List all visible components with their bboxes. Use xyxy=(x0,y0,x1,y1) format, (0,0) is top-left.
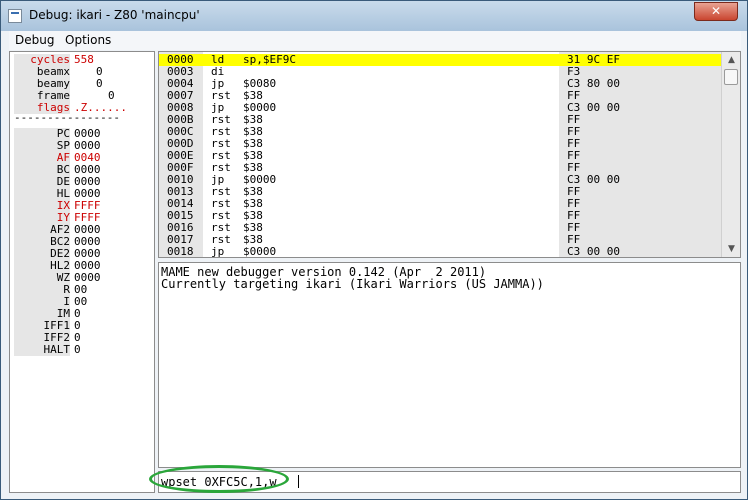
menu-options[interactable]: Options xyxy=(65,33,111,47)
register-separator: ---------------- xyxy=(14,111,120,124)
register-value: 0 xyxy=(74,343,81,356)
close-button[interactable]: ✕ xyxy=(694,2,738,21)
menu-debug[interactable]: Debug xyxy=(15,33,54,47)
register-name: WZ xyxy=(14,272,70,284)
disassembly-pane[interactable]: 0000 ld sp,$EF9C 31 9C EF 0003 di F3 0004 jp $008… xyxy=(158,51,741,258)
scroll-down-icon[interactable]: ▼ xyxy=(722,241,740,257)
console-output[interactable]: MAME new debugger version 0.142 (Apr 2 2… xyxy=(158,262,741,468)
scroll-thumb[interactable] xyxy=(724,69,738,85)
register-name: R xyxy=(14,284,70,296)
register-row: cycles 558 xyxy=(10,53,154,66)
text-caret xyxy=(298,475,299,488)
window-title: Debug: ikari - Z80 'maincpu' xyxy=(29,8,200,22)
title-bar[interactable]: Debug: ikari - Z80 'maincpu' ✕ xyxy=(1,1,747,31)
annotation-highlight-ring xyxy=(149,465,289,493)
current-instruction-row[interactable]: 0000 ld sp,$EF9C 31 9C EF xyxy=(159,54,721,66)
debugger-window: Debug: ikari - Z80 'maincpu' ✕ Debug Opt… xyxy=(0,0,748,500)
register-row: HALT 0 xyxy=(10,343,154,356)
instruction-operand: sp,$EF9C xyxy=(243,53,296,66)
register-name: HALT xyxy=(14,344,70,356)
register-row: beamx 0 xyxy=(10,66,154,78)
scroll-up-icon[interactable]: ▲ xyxy=(722,52,740,68)
instruction-bytes: C3 00 00 xyxy=(567,245,620,258)
instruction-operand: $0000 xyxy=(243,245,277,258)
instruction-address: 0018 xyxy=(167,245,194,258)
instruction-mnemonic: jp xyxy=(211,245,225,258)
menu-bar: Debug Options xyxy=(9,31,741,50)
register-row: beamy 0 xyxy=(10,77,154,90)
console-line: Currently targeting ikari (Ikari Warrior… xyxy=(161,277,544,291)
register-row: IFF1 0 xyxy=(10,320,154,332)
disassembly-scrollbar[interactable]: ▲ ▼ xyxy=(721,52,740,257)
register-value: 0 xyxy=(96,77,103,90)
registers-pane[interactable]: cycles 558 beamx 0 beamy 0 frame 0 flags .Z......… xyxy=(9,51,155,493)
app-icon xyxy=(8,9,22,23)
register-value: 558 xyxy=(74,53,94,66)
register-row: I 00 xyxy=(10,296,154,308)
register-row: IM 0 xyxy=(10,308,154,320)
disassembly-row[interactable]: 0018 jp $0000 C3 00 00 xyxy=(159,246,721,258)
register-row: IFF2 0 xyxy=(10,332,154,344)
